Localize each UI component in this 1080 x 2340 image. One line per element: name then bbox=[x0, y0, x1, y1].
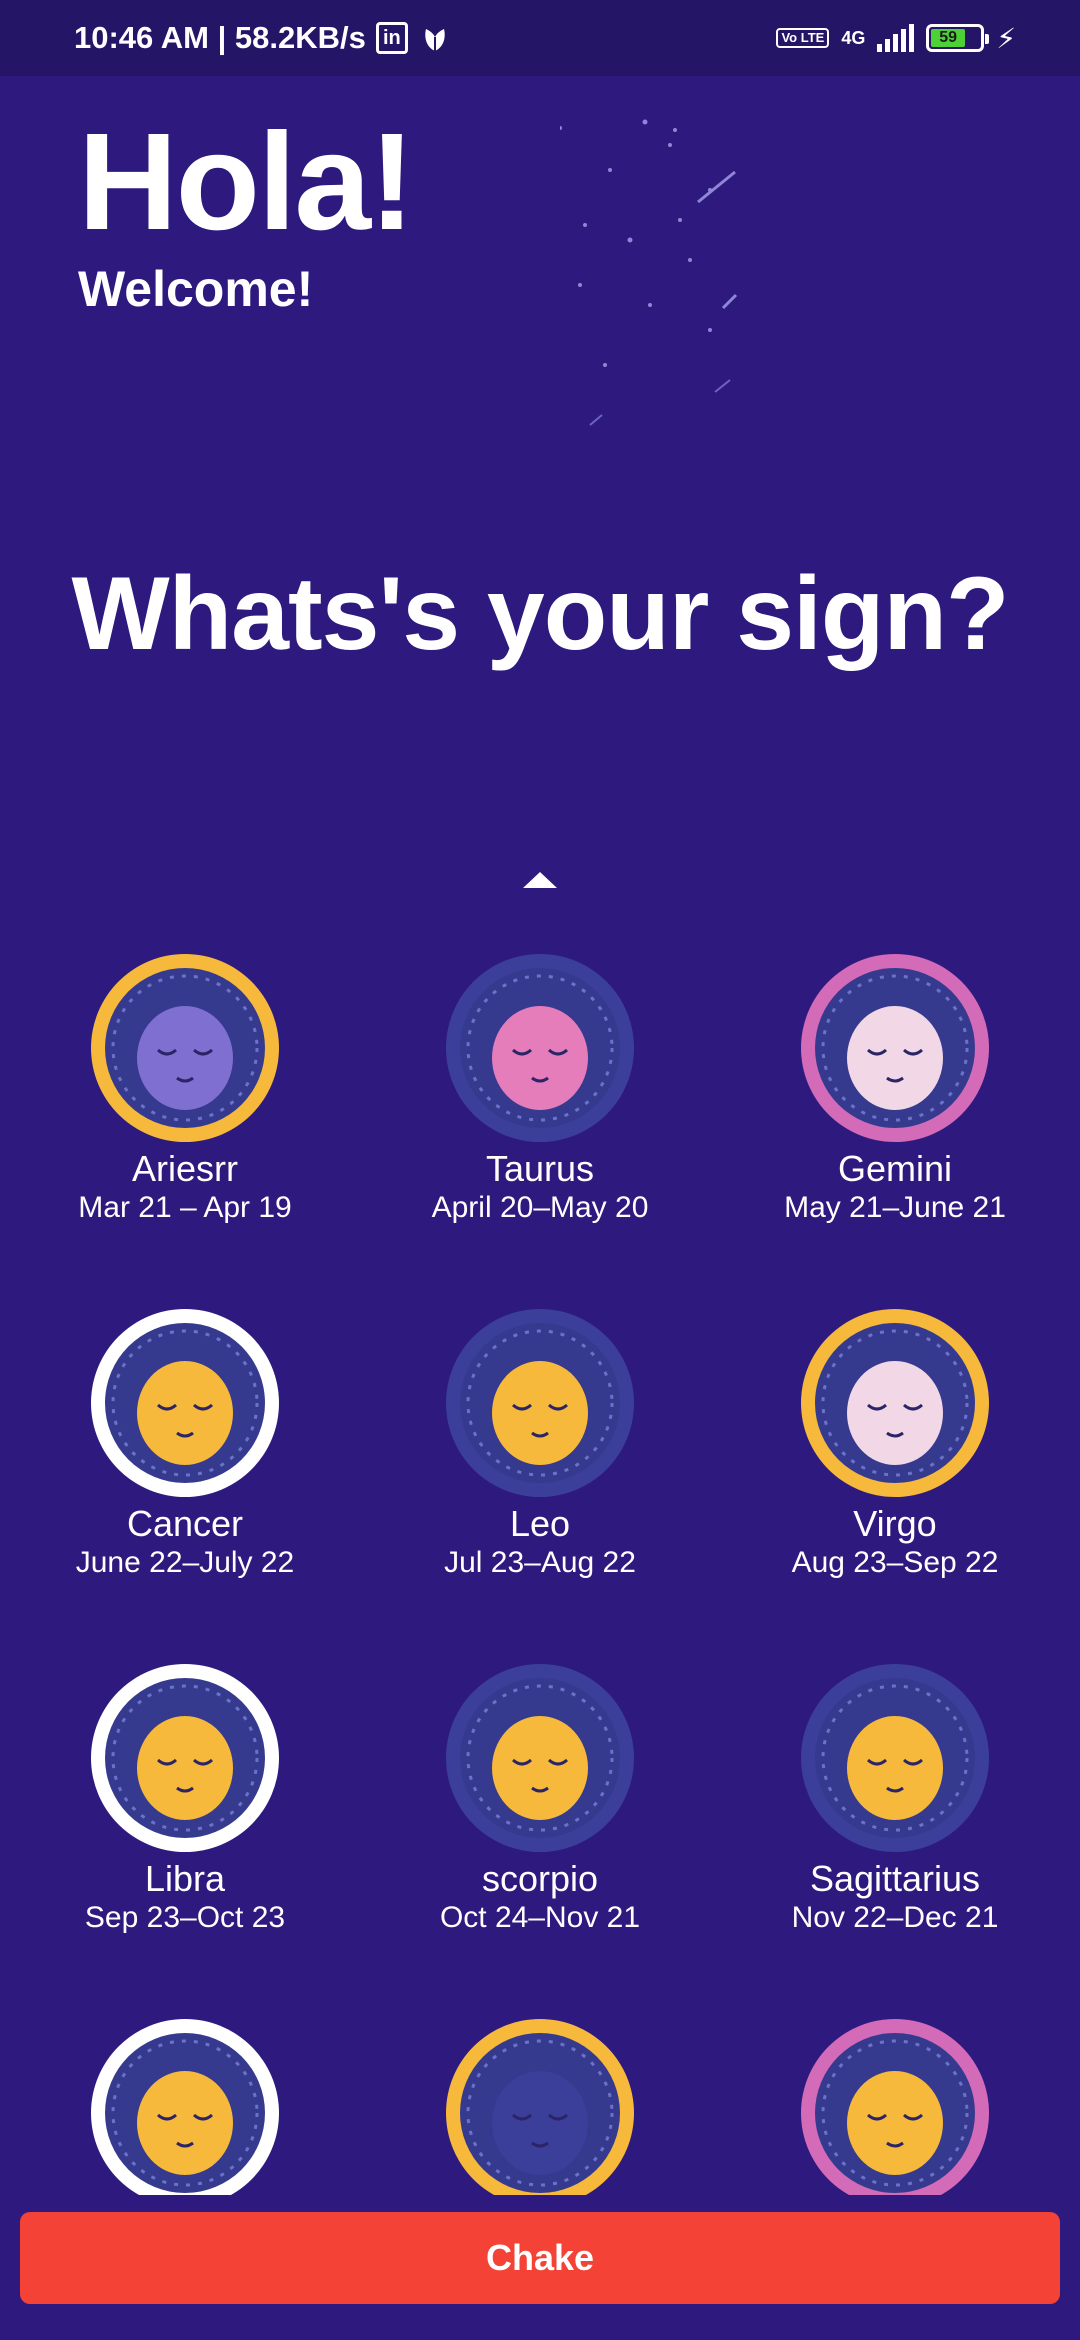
sign-name: Cancer bbox=[126, 1503, 244, 1544]
sign-card-aries[interactable]: Ariesrr Mar 21 – Apr 19 bbox=[35, 950, 335, 1226]
sign-dates: Nov 22–Dec 21 bbox=[791, 1901, 999, 1934]
tulip-icon bbox=[425, 29, 445, 51]
sign-dates: May 21–June 21 bbox=[784, 1191, 1006, 1224]
status-bar-left: 10:46 AM | 58.2KB/s in bbox=[74, 20, 452, 56]
sign-dates: April 20–May 20 bbox=[431, 1191, 649, 1224]
greeting-title: Hola! bbox=[78, 105, 415, 259]
libra-icon bbox=[91, 1664, 279, 1852]
greeting: Hola! Welcome! bbox=[78, 105, 415, 318]
chake-button[interactable]: Chake bbox=[20, 2212, 1060, 2304]
sign-name: Sagittarius bbox=[809, 1858, 981, 1899]
sign-name: scorpio bbox=[481, 1858, 599, 1899]
virgo-icon bbox=[801, 1309, 989, 1497]
sign-dates: Mar 21 – Apr 19 bbox=[78, 1191, 292, 1224]
linkedin-icon: in bbox=[375, 22, 408, 54]
moon-stars-illustration bbox=[560, 119, 811, 426]
network-type: 4G bbox=[841, 27, 866, 48]
sign-card-libra[interactable]: Libra Sep 23–Oct 23 bbox=[35, 1660, 335, 1936]
capricorn-icon bbox=[91, 2019, 279, 2195]
aries-icon bbox=[91, 954, 279, 1142]
status-time-speed: 10:46 AM | 58.2KB/s bbox=[74, 20, 366, 55]
sign-dates: Aug 23–Sep 22 bbox=[791, 1546, 999, 1579]
sign-name: Libra bbox=[144, 1858, 226, 1899]
scorpio-icon bbox=[446, 1664, 634, 1852]
sign-card-leo[interactable]: Leo Jul 23–Aug 22 bbox=[390, 1305, 690, 1581]
sign-card-scorpio[interactable]: scorpio Oct 24–Nov 21 bbox=[390, 1660, 690, 1936]
sign-name: Taurus bbox=[485, 1148, 595, 1189]
sign-dates: June 22–July 22 bbox=[75, 1546, 295, 1579]
sign-card-gemini[interactable]: Gemini May 21–June 21 bbox=[745, 950, 1045, 1226]
sagittarius-icon bbox=[801, 1664, 989, 1852]
sign-dates: Sep 23–Oct 23 bbox=[84, 1901, 286, 1934]
sign-question: Whats's your sign? bbox=[71, 556, 1009, 672]
sign-dates: Jul 23–Aug 22 bbox=[444, 1546, 636, 1579]
scroll-up-arrow-icon[interactable] bbox=[523, 872, 557, 888]
signal-icon bbox=[877, 24, 915, 52]
battery-level: 59 bbox=[931, 29, 965, 47]
sign-card-aquarius[interactable] bbox=[390, 2015, 690, 2195]
sign-card-virgo[interactable]: Virgo Aug 23–Sep 22 bbox=[745, 1305, 1045, 1581]
taurus-icon bbox=[446, 954, 634, 1142]
charging-icon: ⚡ bbox=[996, 22, 1016, 54]
sign-name: Ariesrr bbox=[132, 1148, 238, 1189]
pisces-icon bbox=[801, 2019, 989, 2195]
sign-card-capricorn[interactable] bbox=[35, 2015, 335, 2195]
aquarius-icon bbox=[446, 2019, 634, 2195]
battery-icon: 59 bbox=[926, 24, 990, 52]
sign-card-taurus[interactable]: Taurus April 20–May 20 bbox=[390, 950, 690, 1226]
status-bar-right: Vo LTE 4G 59 ⚡ bbox=[776, 22, 1016, 55]
leo-icon bbox=[446, 1309, 634, 1497]
zodiac-grid: Ariesrr Mar 21 – Apr 19 Taurus April 20–May… bbox=[0, 950, 1080, 2195]
sign-card-pisces[interactable] bbox=[745, 2015, 1045, 2195]
sign-dates: Oct 24–Nov 21 bbox=[439, 1901, 641, 1934]
sign-card-sagittarius[interactable]: Sagittarius Nov 22–Dec 21 bbox=[745, 1660, 1045, 1936]
cancer-icon bbox=[91, 1309, 279, 1497]
sign-card-cancer[interactable]: Cancer June 22–July 22 bbox=[35, 1305, 335, 1581]
sign-name: Virgo bbox=[853, 1503, 937, 1544]
status-bar: 10:46 AM | 58.2KB/s in Vo LTE 4G 59 ⚡ bbox=[0, 0, 1080, 76]
volte-icon: Vo LTE bbox=[776, 28, 830, 48]
sign-name: Gemini bbox=[837, 1148, 953, 1189]
gemini-icon bbox=[801, 954, 989, 1142]
sign-name: Leo bbox=[509, 1503, 571, 1544]
greeting-subtitle: Welcome! bbox=[78, 261, 314, 317]
